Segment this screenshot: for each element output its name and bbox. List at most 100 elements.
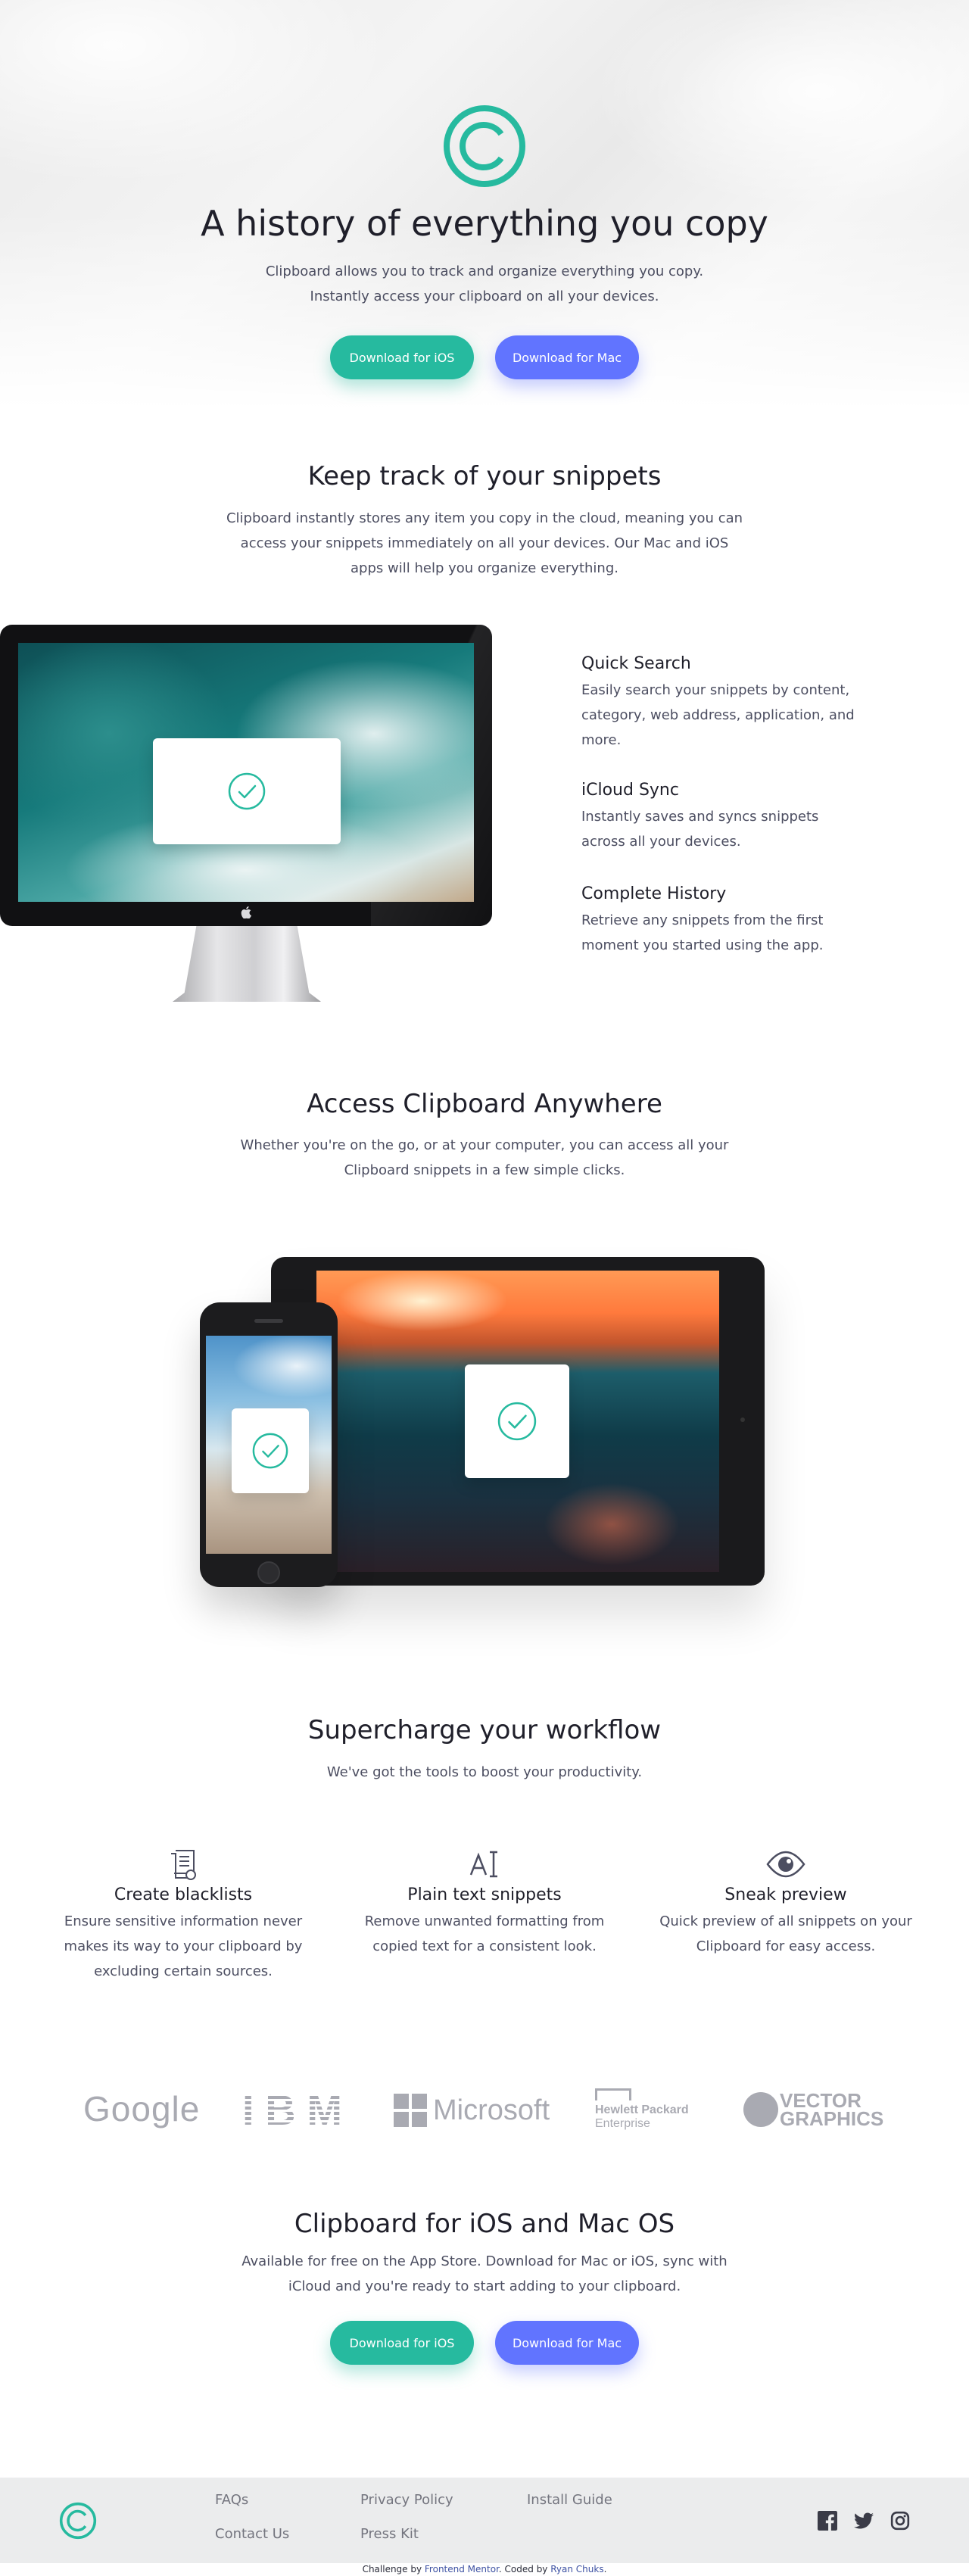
checkmark-icon [252,1433,288,1469]
feature-text-line: moment you started using the app. [581,937,824,953]
feature-title: iCloud Sync [581,781,679,800]
hero-download-mac-button[interactable]: Download for Mac [495,335,639,379]
footer-link-contact-us[interactable]: Contact Us [215,2526,289,2542]
frontend-mentor-link[interactable]: Frontend Mentor [425,2564,499,2574]
snippets-text-line: Clipboard instantly stores any item you … [226,510,743,526]
twitter-icon[interactable] [854,2511,874,2531]
workflow-text-line: Remove unwanted formatting from [364,1913,605,1929]
text-format-icon [469,1851,497,1878]
vector-wordmark: VECTOR GRAPHICS [780,2091,883,2128]
cta-text-line: iCloud and you're ready to start adding … [288,2278,681,2294]
feature-text-line: category, web address, application, and [581,707,855,723]
feature-complete-history: Complete History Retrieve any snippets f… [581,884,884,958]
phone-device-image [200,1302,338,1587]
tablet-screen-glow [544,1483,680,1566]
feature-text-line: more. [581,732,622,748]
hp-enterprise-logo: Hewlett Packard Enterprise [595,2086,689,2133]
hp-rectangle-mark [595,2088,631,2100]
vector-wordmark-line: GRAPHICS [780,2107,884,2130]
hero-title: A history of everything you copy [201,203,768,244]
footer-link-press-kit[interactable]: Press Kit [360,2526,419,2542]
facebook-icon[interactable] [818,2511,837,2531]
footer: FAQs Contact Us Privacy Policy Press Kit… [0,2478,969,2563]
access-title: Access Clipboard Anywhere [307,1089,662,1119]
wf-icon-wrap [763,1848,809,1881]
hp-wordmark-line: Hewlett Packard [595,2104,689,2116]
snippets-text-line: apps will help you organize everything. [351,560,618,576]
cta-text-line: Available for free on the App Store. Dow… [241,2253,728,2269]
phone-home-button [257,1561,280,1584]
workflow-item-text: Quick preview of all snippets on your Cl… [650,1909,922,1959]
workflow-text-line: makes its way to your clipboard by [64,1938,303,1954]
eye-icon [766,1851,805,1878]
access-text-line: Clipboard snippets in a few simple click… [344,1162,625,1178]
snippets-description: Clipboard instantly stores any item you … [201,506,768,581]
phone-screen [206,1336,332,1554]
feature-title: Complete History [581,884,727,903]
workflow-item-plain-text: Plain text snippets Remove unwanted form… [348,1848,621,1959]
ibm-logo: IBM [242,2088,348,2129]
feature-title: Quick Search [581,654,691,673]
microsoft-logo: Microsoft [394,2091,550,2129]
vector-graphics-logo: VECTOR GRAPHICS [743,2088,883,2131]
workflow-item-blacklists: Create blacklists Ensure sensitive infor… [47,1848,319,1984]
cta-download-ios-button[interactable]: Download for iOS [330,2321,474,2365]
footer-clipboard-logo-icon[interactable] [59,2502,97,2540]
instagram-icon[interactable] [890,2511,910,2531]
hero-text-line: Clipboard allows you to track and organi… [265,264,704,279]
workflow-text-line: Clipboard for easy access. [696,1938,876,1954]
feature-text: Retrieve any snippets from the first mom… [581,908,884,958]
access-description: Whether you're on the go, or at your com… [220,1133,749,1183]
feature-text-line: Retrieve any snippets from the first [581,912,824,928]
google-logo: Google [83,2089,201,2128]
workflow-text-line: copied text for a consistent look. [372,1938,597,1954]
copy-success-card [232,1408,309,1493]
apple-logo-icon [241,906,251,918]
microsoft-wordmark: Microsoft [433,2094,550,2126]
tablet-device-image [271,1257,765,1586]
feature-text: Easily search your snippets by content, … [581,678,884,753]
monitor-stand [173,926,321,1002]
attribution-suffix: . [603,2564,607,2574]
cta-download-mac-button[interactable]: Download for Mac [495,2321,639,2365]
snippets-text-line: access your snippets immediately on all … [240,535,729,551]
clipboard-logo-icon [444,105,525,187]
feature-text-line: Instantly saves and syncs snippets [581,809,819,825]
ibm-logo-graphic: IBM [242,2088,342,2129]
hero-download-ios-button[interactable]: Download for iOS [330,335,474,379]
workflow-item-text: Ensure sensitive information never makes… [47,1909,319,1984]
monitor-screen [18,643,474,902]
svg-text:IBM: IBM [242,2088,342,2129]
feature-icloud-sync: iCloud Sync Instantly saves and syncs sn… [581,781,884,854]
workflow-item-sneak-preview: Sneak preview Quick preview of all snipp… [650,1848,922,1959]
workflow-item-title: Create blacklists [114,1885,253,1904]
attribution-prefix: Challenge by [362,2564,425,2574]
vector-circle-mark [743,2092,778,2127]
hero-text-line: Instantly access your clipboard on all y… [310,288,659,304]
tablet-screen [316,1271,719,1572]
cta-title: Clipboard for iOS and Mac OS [294,2209,675,2239]
footer-link-faqs[interactable]: FAQs [215,2492,248,2508]
footer-link-install-guide[interactable]: Install Guide [527,2492,612,2508]
workflow-item-text: Remove unwanted formatting from copied t… [348,1909,621,1959]
workflow-text-line: excluding certain sources. [94,1963,273,1979]
hero-description: Clipboard allows you to track and organi… [257,259,712,309]
tablet-camera [740,1417,745,1422]
copy-success-card [153,738,341,844]
feature-quick-search: Quick Search Easily search your snippets… [581,654,884,753]
blacklist-icon [171,1850,196,1880]
desktop-monitor-image [0,625,492,1002]
wf-icon-wrap [462,1848,507,1881]
workflow-item-title: Sneak preview [724,1885,847,1904]
attribution-middle: . Coded by [498,2564,551,2574]
footer-link-privacy-policy[interactable]: Privacy Policy [360,2492,453,2508]
hp-wordmark-line: Enterprise [595,2117,650,2130]
feature-text-line: Easily search your snippets by content, [581,682,850,698]
author-link[interactable]: Ryan Chuks [550,2564,603,2574]
copy-success-card [465,1364,569,1478]
phone-speaker [254,1319,283,1323]
feature-text-line: across all your devices. [581,834,741,850]
snippets-title: Keep track of your snippets [307,461,662,491]
workflow-item-title: Plain text snippets [407,1885,562,1904]
landing-page: A history of everything you copy Clipboa… [0,0,969,2576]
